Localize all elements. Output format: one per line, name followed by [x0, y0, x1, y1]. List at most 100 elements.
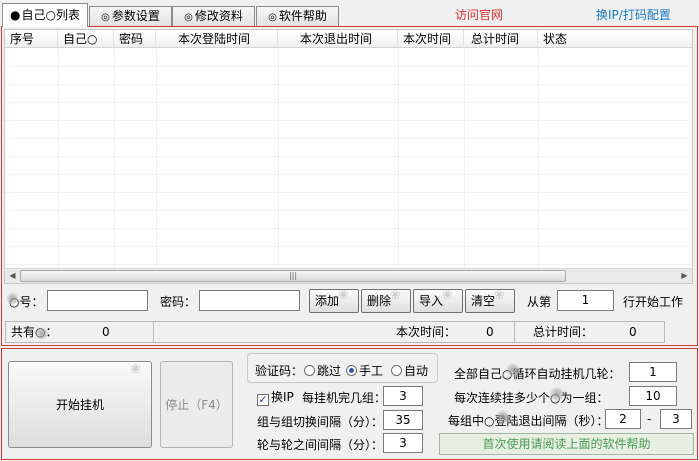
- column-header-index[interactable]: 序号: [5, 30, 58, 48]
- scrollbar-thumb[interactable]: |||: [20, 270, 566, 282]
- total-accounts-value: 0: [102, 325, 110, 339]
- round-interval-input[interactable]: 3: [383, 433, 423, 453]
- clear-button[interactable]: 清空: [465, 289, 515, 313]
- first-use-help-hint[interactable]: 首次使用请阅读上面的软件帮助: [439, 433, 694, 455]
- account-input[interactable]: [47, 290, 148, 311]
- column-header-total-time[interactable]: 总计时间: [464, 30, 538, 48]
- import-button[interactable]: 导入: [413, 289, 463, 313]
- tab-marker-icon: ◎: [268, 12, 277, 23]
- tab-account-list[interactable]: ●自己○列表: [2, 3, 88, 27]
- switch-ip-captcha-config-link[interactable]: 换IP/打码配置: [596, 6, 671, 23]
- captcha-option-auto[interactable]: 自动: [391, 362, 428, 379]
- visit-official-site-link[interactable]: 访问官网: [455, 6, 503, 23]
- range-separator: -: [647, 412, 652, 426]
- captcha-option-skip[interactable]: 跳过: [304, 362, 341, 379]
- radio-auto[interactable]: [391, 365, 402, 376]
- tab-software-help-label: 软件帮助: [278, 9, 327, 23]
- scroll-left-arrow-icon[interactable]: ◀: [5, 269, 20, 284]
- column-header-status[interactable]: 状态: [538, 30, 694, 48]
- column-divider: [58, 49, 59, 269]
- tab-parameter-settings[interactable]: ◎ 参数设置: [89, 6, 172, 26]
- tab-active-dot: ●: [10, 8, 21, 22]
- tab-software-help[interactable]: ◎ 软件帮助: [256, 6, 339, 26]
- column-divider: [156, 49, 157, 269]
- paw-decoration-icon: ❀: [494, 288, 505, 303]
- control-panel: 开始挂机 ❀ 停止（F4） 验证码： 跳过 手工 自动 ✓ 换IP 每挂机完几组：…: [1, 348, 698, 460]
- account-list-view[interactable]: 序号 自己○ 密码 本次登陆时间 本次退出时间 本次时间 总计时间 状态 ◀ |…: [4, 29, 693, 284]
- tab-edit-profile[interactable]: ◎ 修改资料: [172, 6, 255, 26]
- masked-text-blur: [7, 292, 18, 305]
- scroll-right-arrow-icon[interactable]: ▶: [677, 269, 692, 284]
- status-bar: 共有○： 0 本次时间： 0 总计时间： 0: [5, 321, 665, 343]
- masked-text-blur: [36, 327, 48, 340]
- tab-parameter-settings-label: 参数设置: [111, 9, 160, 23]
- horizontal-scrollbar[interactable]: ◀ ||| ▶: [5, 268, 692, 283]
- column-header-account[interactable]: 自己○: [58, 30, 114, 48]
- start-hangup-label: 开始挂机: [55, 398, 104, 412]
- column-header-logout-time[interactable]: 本次退出时间: [278, 30, 398, 48]
- per-group-input[interactable]: 3: [383, 386, 423, 406]
- session-time-label: 本次时间：: [396, 325, 457, 339]
- column-divider: [114, 49, 115, 269]
- import-button-label: 导入: [419, 294, 444, 308]
- captcha-manual-label: 手工: [359, 364, 384, 378]
- per-group-label: 每挂机完几组：: [302, 391, 387, 405]
- delete-button[interactable]: 删除: [361, 289, 411, 313]
- first-use-help-text: 首次使用请阅读上面的软件帮助: [482, 437, 651, 451]
- captcha-mode-group: 验证码： 跳过 手工 自动: [247, 353, 438, 383]
- column-header-login-time[interactable]: 本次登陆时间: [156, 30, 278, 48]
- scrollbar-grip-icon: |||: [288, 271, 298, 280]
- login-logout-max-input[interactable]: 3: [660, 409, 692, 429]
- total-time-value: 0: [629, 325, 637, 339]
- password-label: 密码：: [160, 295, 197, 309]
- total-accounts-label: 共有○：: [11, 325, 58, 339]
- stop-button[interactable]: 停止（F4）: [160, 361, 233, 448]
- session-time-value: 0: [486, 325, 494, 339]
- paw-decoration-icon: ❀: [442, 288, 453, 303]
- column-header-session-time[interactable]: 本次时间: [398, 30, 464, 48]
- login-logout-interval-label: 每组中○登陆退出间隔（秒）：: [448, 414, 609, 428]
- captcha-label: 验证码：: [255, 364, 304, 378]
- column-divider: [278, 49, 279, 269]
- loop-rounds-input[interactable]: 1: [629, 362, 677, 382]
- delete-button-label: 删除: [367, 294, 392, 308]
- masked-text-blur: [550, 387, 564, 401]
- start-row-suffix-label: 行开始工作: [623, 295, 684, 309]
- column-header-password[interactable]: 密码: [114, 30, 156, 48]
- add-button-label: 添加: [315, 294, 340, 308]
- session-time-cell: 本次时间： 0: [154, 322, 515, 342]
- switch-ip-label: 换IP: [271, 390, 294, 404]
- add-button[interactable]: 添加: [309, 289, 359, 313]
- captcha-auto-label: 自动: [404, 364, 429, 378]
- round-interval-label: 轮与轮之间间隔（分）：: [257, 438, 384, 452]
- paw-decoration-icon: ❀: [390, 288, 401, 303]
- masked-text-blur: [506, 363, 520, 377]
- login-logout-min-input[interactable]: 2: [605, 409, 641, 429]
- start-row-from-label: 从第: [527, 295, 552, 309]
- tab-marker-icon: ◎: [101, 12, 110, 23]
- column-divider: [538, 49, 539, 269]
- list-header: 序号 自己○ 密码 本次登陆时间 本次退出时间 本次时间 总计时间 状态: [5, 30, 692, 48]
- switch-ip-checkbox[interactable]: ✓: [257, 394, 269, 406]
- captcha-option-manual[interactable]: 手工: [346, 362, 383, 379]
- radio-skip[interactable]: [304, 365, 315, 376]
- start-row-input[interactable]: 1: [557, 290, 614, 311]
- paw-decoration-icon: ❀: [130, 362, 141, 377]
- clear-button-label: 清空: [471, 294, 496, 308]
- radio-manual[interactable]: [346, 365, 357, 376]
- tab-marker-icon: ◎: [184, 12, 193, 23]
- switch-ip-option[interactable]: ✓ 换IP: [257, 388, 294, 406]
- accounts-per-group-label: 每次连续挂多少个○为一组：: [454, 391, 609, 405]
- password-input[interactable]: [199, 290, 300, 311]
- group-interval-input[interactable]: 35: [383, 410, 423, 430]
- column-divider: [398, 49, 399, 269]
- main-panel: 序号 自己○ 密码 本次登陆时间 本次退出时间 本次时间 总计时间 状态 ◀ |…: [1, 26, 698, 346]
- accounts-per-group-input[interactable]: 10: [629, 386, 677, 406]
- captcha-skip-label: 跳过: [317, 364, 342, 378]
- stop-button-label: 停止（F4）: [165, 398, 228, 412]
- loop-rounds-label: 全部自己○循环自动挂机几轮：: [454, 367, 621, 381]
- tab-edit-profile-label: 修改资料: [194, 9, 243, 23]
- masked-text-blur: [496, 410, 510, 424]
- total-time-label: 总计时间：: [533, 325, 594, 339]
- tab-account-list-label: 自己○列表: [21, 8, 80, 22]
